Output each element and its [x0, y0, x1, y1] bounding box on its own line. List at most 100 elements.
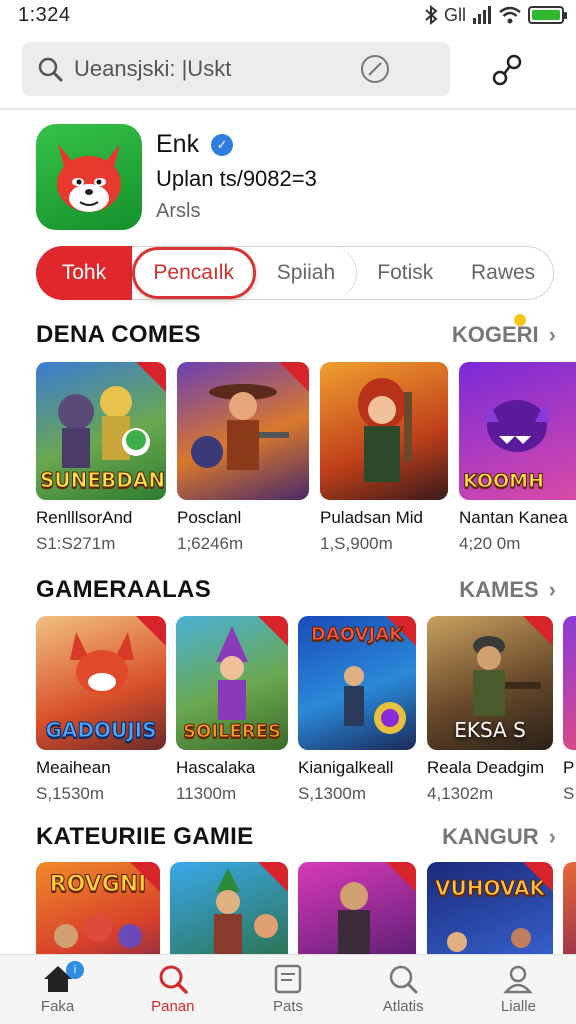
- verified-icon: ✓: [211, 133, 234, 156]
- game-art-title: DAOVJAK: [310, 624, 404, 646]
- game-card[interactable]: [170, 862, 288, 954]
- game-card[interactable]: GADOUJIS Meaihean S,1530m: [36, 616, 166, 804]
- game-card[interactable]: SOILERES Hascalaka 11300m: [176, 616, 288, 804]
- section-see-all[interactable]: KOGERI ›: [451, 314, 556, 348]
- game-thumbnail: ROVGNI: [36, 862, 160, 954]
- nav-label: Pats: [273, 998, 304, 1015]
- game-card[interactable]: EKSA S Reala Deadgim 4,1302m: [427, 616, 553, 804]
- notification-dot: [514, 314, 526, 326]
- corner-ribbon: [258, 616, 288, 646]
- nav-item-home[interactable]: i Faka: [0, 955, 115, 1024]
- game-meta: 11300m: [176, 784, 237, 803]
- app-name: Enk: [156, 130, 200, 158]
- tab-2[interactable]: Pencaılk: [131, 247, 256, 299]
- game-name: P: [563, 758, 575, 777]
- section-link-label: KANGUR: [442, 824, 539, 849]
- top-bar: [0, 30, 576, 110]
- cell-signal-icon: [473, 6, 491, 24]
- search-icon: [36, 55, 64, 83]
- nav-label: Faka: [40, 998, 75, 1015]
- corner-ribbon: [279, 362, 309, 392]
- tab-1[interactable]: Tohk: [36, 246, 132, 300]
- app-header: Enk ✓ Uplan ts/9082=3 Arsls: [36, 124, 556, 234]
- game-thumbnail: [563, 616, 576, 750]
- chevron-right-icon: ›: [548, 824, 556, 849]
- status-time: 1:324: [18, 3, 71, 26]
- tab-4[interactable]: Fotisk: [357, 246, 453, 300]
- game-card[interactable]: [563, 862, 576, 954]
- game-thumbnail: [170, 862, 288, 954]
- game-name: RenlllsorAnd: [36, 508, 133, 527]
- section-header: DENA COMES KOGERI ›: [36, 314, 556, 350]
- game-card[interactable]: SUNEBDAN RenlllsorAnd S1:S271m: [36, 362, 166, 554]
- section-see-all[interactable]: KANGUR ›: [442, 824, 556, 850]
- game-card[interactable]: P S: [563, 616, 576, 804]
- search-icon: [159, 965, 188, 994]
- status-bar: 1:324 Gll: [0, 0, 576, 30]
- signal-text: Gll: [444, 4, 466, 25]
- game-art-title: SUNEBDAN: [40, 468, 166, 493]
- game-thumbnail: [563, 862, 576, 954]
- share-button[interactable]: [488, 50, 528, 90]
- nav-item-atlatis[interactable]: Atlatis: [346, 955, 461, 1024]
- nav-item-pats[interactable]: Pats: [230, 955, 345, 1024]
- share-icon: [492, 54, 522, 86]
- game-art-title: GADOUJIS: [45, 718, 157, 743]
- game-thumbnail: VUHOVAK: [427, 862, 553, 954]
- corner-ribbon: [136, 362, 166, 392]
- section-header: GAMERAALAS KAMES ›: [36, 575, 556, 605]
- game-meta: 4,1302m: [427, 784, 494, 803]
- game-thumbnail: [298, 862, 416, 954]
- game-meta: S,1300m: [298, 784, 367, 803]
- nav-item-search[interactable]: Panan: [115, 955, 230, 1024]
- fox-logo-icon: [57, 144, 121, 212]
- game-name: Posclanl: [177, 508, 242, 527]
- game-name: Reala Deadgim: [427, 758, 545, 777]
- game-name: Hascalaka: [176, 758, 256, 777]
- game-card[interactable]: DAOVJAK Kianigalkeall S,1300m: [298, 616, 416, 804]
- game-thumbnail: SUNEBDAN: [36, 362, 166, 500]
- nav-label: Atlatis: [382, 998, 424, 1015]
- status-icons: Gll: [424, 4, 567, 26]
- game-name: Meaihean: [36, 758, 111, 777]
- section-see-all[interactable]: KAMES ›: [459, 577, 556, 603]
- game-meta: S,1530m: [36, 784, 105, 803]
- tab-5[interactable]: Rawes: [453, 246, 553, 300]
- nav-item-profile[interactable]: Lialle: [461, 955, 576, 1024]
- bluetooth-icon: [425, 5, 438, 25]
- corner-ribbon: [258, 862, 288, 892]
- person-icon: [503, 965, 534, 994]
- search-box[interactable]: [22, 42, 450, 96]
- game-name: Kianigalkeall: [298, 758, 394, 777]
- chevron-right-icon: ›: [548, 577, 556, 602]
- search-input[interactable]: [74, 56, 334, 82]
- wifi-icon: [499, 6, 521, 24]
- game-art-title: EKSA S: [454, 718, 526, 742]
- corner-ribbon: [136, 616, 166, 646]
- tab-bar: Tohk Pencaılk Spiiah Fotisk Rawes: [36, 246, 554, 300]
- game-thumbnail: GADOUJIS: [36, 616, 166, 750]
- game-row: ROVGNI VUHOVAK: [0, 862, 576, 954]
- game-card[interactable]: VUHOVAK: [427, 862, 553, 954]
- game-card[interactable]: Puladsan Mid 1,S,900m: [320, 362, 448, 554]
- game-thumbnail: EKSA S: [427, 616, 553, 750]
- bottom-nav: i Faka Panan Pats Atlatis Lialle: [0, 954, 576, 1024]
- game-thumbnail: [320, 362, 448, 500]
- section-title: DENA COMES: [36, 321, 201, 348]
- game-art: [358, 378, 412, 482]
- corner-ribbon: [386, 862, 416, 892]
- nav-label: Panan: [151, 998, 195, 1015]
- clear-icon[interactable]: [360, 54, 390, 84]
- game-card[interactable]: KOOMH Nantan Kanea 4;20 0m: [459, 362, 576, 554]
- section-link-label: KAMES: [459, 577, 539, 602]
- section-link-label: KOGERI: [451, 322, 539, 347]
- app-icon[interactable]: [36, 124, 142, 230]
- game-card[interactable]: ROVGNI: [36, 862, 160, 954]
- tab-3[interactable]: Spiiah: [256, 246, 358, 300]
- corner-ribbon: [130, 862, 160, 892]
- app-category: Arsls: [156, 200, 201, 222]
- game-card[interactable]: Posclanl 1;6246m: [177, 362, 309, 554]
- search-icon: [389, 965, 418, 994]
- game-card[interactable]: [298, 862, 416, 954]
- section-title: KATEURIIE GAMIE: [36, 823, 254, 850]
